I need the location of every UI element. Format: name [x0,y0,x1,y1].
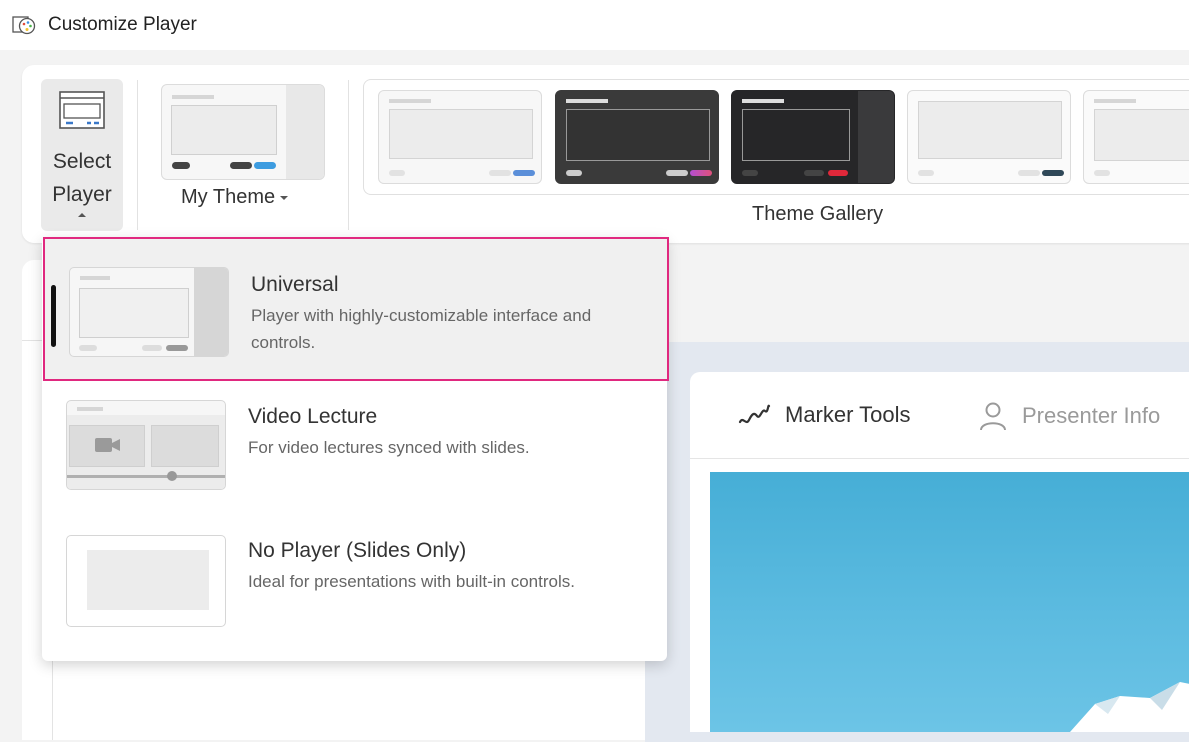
gallery-theme-dark-red[interactable] [731,90,895,184]
tab-label: Marker Tools [785,402,911,427]
chevron-down-icon [280,195,289,200]
ribbon-divider [348,80,349,230]
ribbon-divider [137,80,138,230]
player-option-universal[interactable]: Universal Player with highly-customizabl… [43,237,669,381]
building-image [1070,682,1189,732]
player-window-icon [59,91,105,129]
gallery-theme-dark[interactable] [555,90,719,184]
option-description: For video lectures synced with slides. [248,438,530,457]
no-player-thumbnail [66,535,226,627]
gallery-theme-light[interactable] [378,90,542,184]
my-theme-dropdown[interactable]: My Theme [181,186,289,209]
theme-gallery-label: Theme Gallery [752,203,884,225]
tab-presenter-info[interactable]: Presenter Info [978,400,1160,432]
option-title: No Player (Slides Only) [248,539,467,562]
tab-label: Presenter Info [1022,403,1161,428]
window-title: Customize Player [48,14,197,35]
universal-thumbnail [69,267,229,357]
tab-divider [690,458,1189,459]
palette-icon [12,16,36,35]
option-title: Video Lecture [248,405,378,428]
caret-up-icon [78,213,86,217]
select-player-menu: Universal Player with highly-customizabl… [42,237,669,661]
person-icon [980,402,1006,431]
option-title: Universal [251,273,339,296]
video-lecture-thumbnail [66,400,226,490]
player-option-video-lecture[interactable]: Video Lecture For video lectures synced … [42,385,667,515]
select-player-label: Select Player [52,150,112,206]
tab-marker-tools[interactable]: Marker Tools [737,400,911,430]
my-theme-thumbnail[interactable] [161,84,325,180]
title-bar: Customize Player [0,0,1189,50]
camera-icon [95,438,120,452]
theme-gallery [363,79,1189,195]
selected-indicator [51,285,56,347]
option-description: Ideal for presentations with built-in co… [248,572,575,591]
option-description: Player with highly-customizable interfac… [251,306,592,352]
my-theme-label: My Theme [181,186,276,208]
select-player-button[interactable]: Select Player [41,79,123,231]
player-option-no-player[interactable]: No Player (Slides Only) Ideal for presen… [42,519,667,649]
slide-image [710,472,1189,732]
gallery-theme-minimal[interactable] [907,90,1071,184]
gallery-theme-partial[interactable] [1083,90,1189,184]
marker-icon [738,404,771,424]
